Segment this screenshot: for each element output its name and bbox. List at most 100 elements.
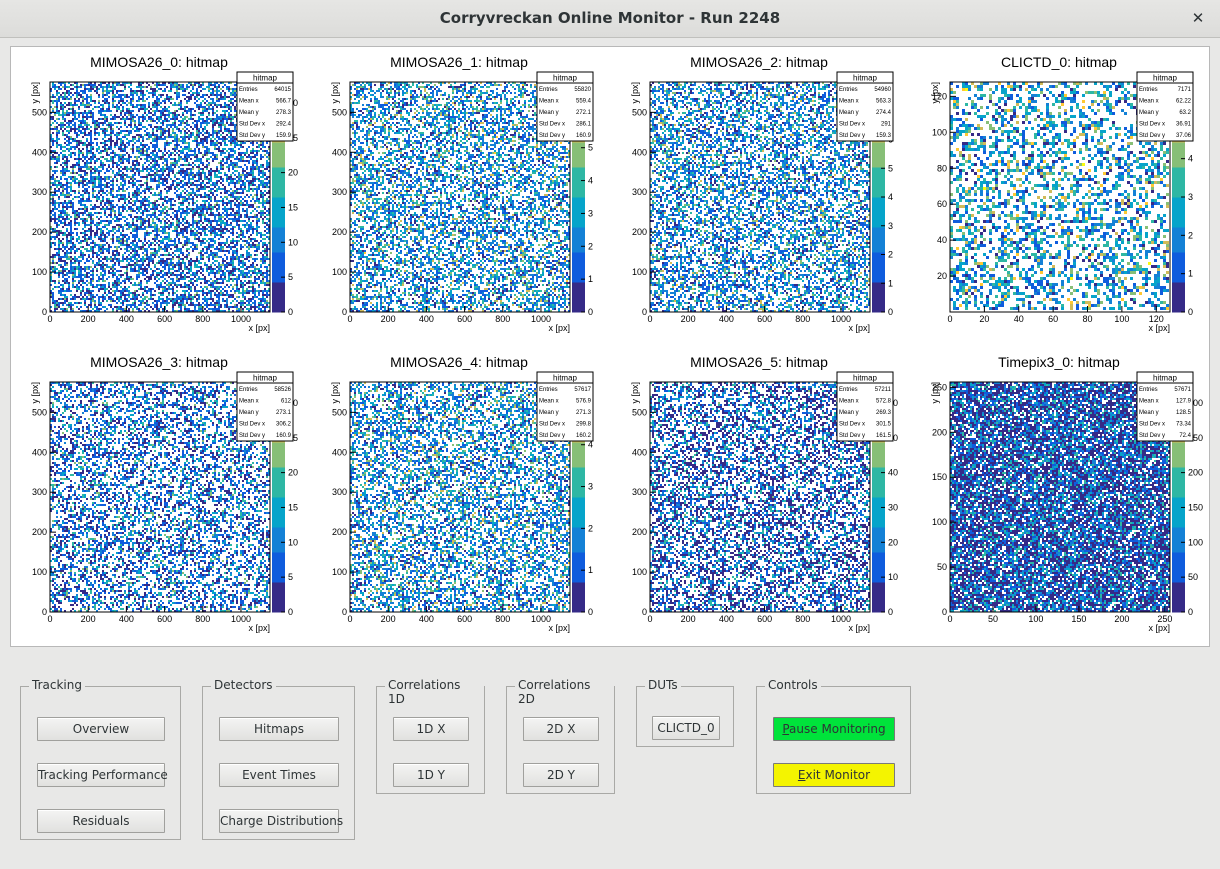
controls-group: Controls Pause Monitoring Exit Monitor: [756, 686, 911, 794]
stats-key: Std Dev y: [539, 433, 565, 439]
stats-value: 160.9: [576, 133, 592, 139]
y-tick-label: 300: [32, 187, 47, 197]
stats-name: hitmap: [253, 74, 278, 83]
tracking-performance-button[interactable]: Tracking Performance: [37, 763, 165, 787]
correlation-1d-x-button[interactable]: 1D X: [393, 717, 469, 741]
x-tick-label: 50: [988, 614, 998, 624]
stats-name: hitmap: [853, 74, 878, 83]
y-axis-label: y [px]: [630, 82, 640, 104]
z-tick-label: 20: [888, 537, 898, 547]
y-tick-label: 100: [332, 567, 347, 577]
z-tick-label: 5: [288, 272, 293, 282]
event-times-button[interactable]: Event Times: [219, 763, 339, 787]
x-axis-label: x [px]: [548, 323, 570, 333]
stats-value: 299.8: [576, 422, 592, 428]
y-tick-label: 0: [942, 607, 947, 617]
hitmap-pad-2[interactable]: MIMOSA26_2: hitmap0 200 400 600 800 100001002…: [630, 54, 893, 333]
clictd-0-button[interactable]: CLICTD_0: [652, 716, 720, 740]
x-tick-label: 200: [681, 314, 696, 324]
duts-group-legend: DUTs: [645, 678, 681, 692]
hitmap-pad-3[interactable]: CLICTD_0: hitmap0 20 40 60 80 100 120204060801…: [930, 54, 1193, 333]
z-tick-label: 0: [288, 307, 293, 317]
x-tick-label: 400: [119, 314, 134, 324]
y-tick-label: 500: [332, 407, 347, 417]
hitmap-canvas[interactable]: MIMOSA26_0: hitmap0 200 400 600 800 100001002…: [11, 47, 1209, 646]
y-tick-label: 200: [632, 227, 647, 237]
x-tick-label: 0: [47, 614, 52, 624]
y-tick-label: 500: [332, 107, 347, 117]
stats-value: 292.4: [276, 122, 292, 128]
z-tick-label: 0: [588, 607, 593, 617]
stats-value: 127.9: [1176, 399, 1192, 405]
z-tick-label: 5: [888, 163, 893, 173]
y-tick-label: 400: [332, 147, 347, 157]
hitmap-title: MIMOSA26_2: hitmap: [690, 54, 828, 70]
z-tick-label: 10: [288, 237, 298, 247]
correlations-2d-legend: Correlations 2D: [515, 678, 614, 706]
correlation-2d-y-button[interactable]: 2D Y: [523, 763, 599, 787]
overview-button[interactable]: Overview: [37, 717, 165, 741]
z-tick-label: 0: [888, 607, 893, 617]
y-tick-label: 0: [342, 307, 347, 317]
root-canvas[interactable]: MIMOSA26_0: hitmap 0 200 400 600 800 1000 0 100 2…: [10, 46, 1210, 647]
z-tick-label: 1: [588, 274, 593, 284]
z-tick-label: 15: [288, 502, 298, 512]
stats-key: Mean x: [239, 399, 259, 405]
stats-key: Mean x: [539, 99, 559, 105]
stats-key: Entries: [539, 87, 558, 93]
hitmap-pad-5[interactable]: MIMOSA26_4: hitmap0 200 400 600 800 100001002…: [330, 354, 593, 633]
stats-key: Mean y: [1139, 410, 1159, 416]
z-tick-label: 3: [588, 208, 593, 218]
y-tick-label: 400: [32, 447, 47, 457]
stats-value: 286.1: [576, 122, 592, 128]
stats-value: 57671: [1174, 387, 1191, 393]
stats-key: Entries: [239, 87, 258, 93]
stats-key: Std Dev x: [1139, 422, 1165, 428]
stats-key: Std Dev y: [1139, 433, 1165, 439]
y-axis-label: y [px]: [330, 382, 340, 404]
y-tick-label: 50: [937, 562, 947, 572]
x-tick-label: 0: [347, 614, 352, 624]
x-tick-label: 60: [1048, 314, 1058, 324]
stats-key: Std Dev x: [839, 422, 865, 428]
hitmap-title: Timepix3_0: hitmap: [998, 354, 1120, 370]
stats-value: 271.3: [576, 410, 592, 416]
stats-value: 57211: [875, 387, 892, 393]
x-tick-label: 0: [947, 614, 952, 624]
stats-value: 62.22: [1176, 99, 1192, 105]
correlation-1d-y-button[interactable]: 1D Y: [393, 763, 469, 787]
x-tick-label: 800: [495, 614, 510, 624]
hitmaps-button[interactable]: Hitmaps: [219, 717, 339, 741]
stats-name: hitmap: [1153, 374, 1178, 383]
z-tick-label: 2: [1188, 230, 1193, 240]
stats-key: Mean y: [539, 410, 559, 416]
y-tick-label: 80: [937, 163, 947, 173]
stats-key: Mean x: [539, 399, 559, 405]
residuals-button[interactable]: Residuals: [37, 809, 165, 833]
x-axis-label: x [px]: [248, 623, 270, 633]
stats-name: hitmap: [853, 374, 878, 383]
z-tick-label: 50: [1188, 572, 1198, 582]
hitmap-pad-1[interactable]: MIMOSA26_1: hitmap0 200 400 600 800 100001002…: [330, 54, 593, 333]
hitmap-cells: [950, 82, 1169, 310]
charge-distributions-button[interactable]: Charge Distributions: [219, 809, 339, 833]
stats-value: 306.2: [276, 422, 292, 428]
hitmap-pad-7[interactable]: Timepix3_0: hitmap0 50 100 150 200 2500501001…: [930, 354, 1203, 633]
exit-monitor-button[interactable]: Exit Monitor: [773, 763, 895, 787]
y-tick-label: 200: [32, 527, 47, 537]
stats-key: Entries: [539, 387, 558, 393]
correlation-2d-x-button[interactable]: 2D X: [523, 717, 599, 741]
y-tick-label: 200: [632, 527, 647, 537]
hitmap-pad-4[interactable]: MIMOSA26_3: hitmap0 200 400 600 800 100001002…: [30, 354, 298, 633]
stats-key: Std Dev x: [839, 122, 865, 128]
x-tick-label: 400: [719, 614, 734, 624]
hitmap-pad-0[interactable]: MIMOSA26_0: hitmap0 200 400 600 800 100001002…: [30, 54, 298, 333]
pause-monitoring-button[interactable]: Pause Monitoring: [773, 717, 895, 741]
stats-value: 73.34: [1176, 422, 1192, 428]
stats-key: Mean x: [839, 399, 859, 405]
y-tick-label: 300: [332, 187, 347, 197]
tracking-group-legend: Tracking: [29, 678, 85, 692]
close-icon[interactable]: ✕: [1186, 6, 1210, 30]
hitmap-pad-6[interactable]: MIMOSA26_5: hitmap0 200 400 600 800 100001002…: [630, 354, 898, 633]
stats-value: 272.1: [576, 110, 592, 116]
